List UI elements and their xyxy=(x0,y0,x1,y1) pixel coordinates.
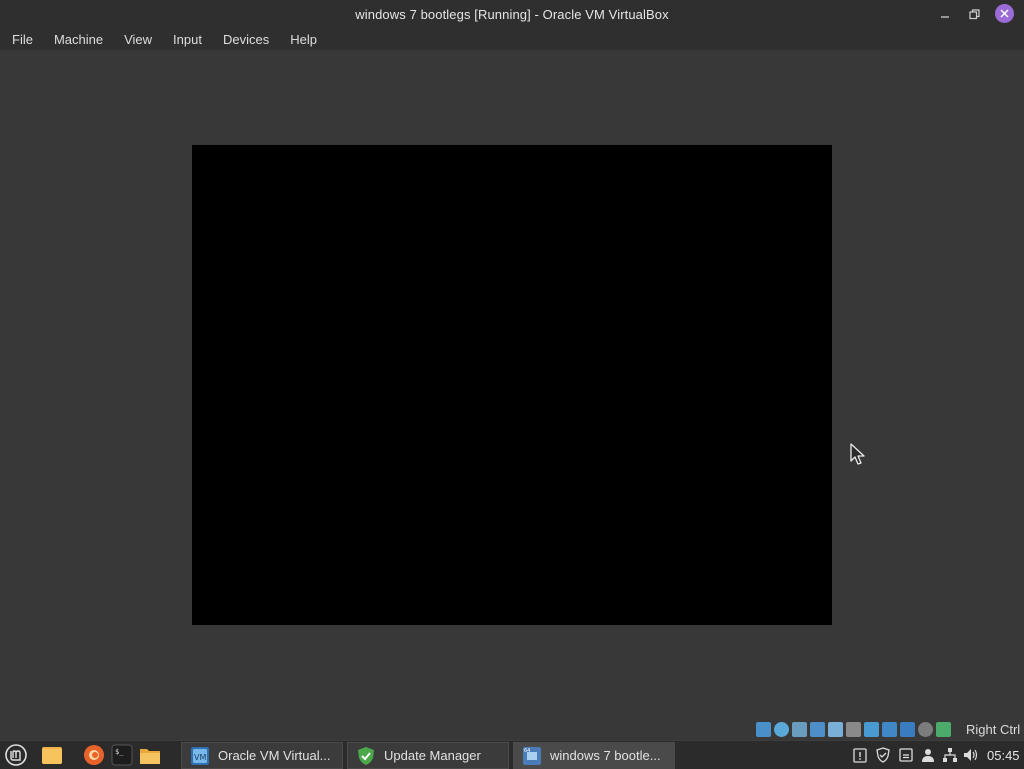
mouse-pointer-icon xyxy=(850,443,865,465)
menu-bar: File Machine View Input Devices Help xyxy=(0,28,1024,50)
audio-icon[interactable] xyxy=(792,722,807,737)
taskbar-window-virtualbox[interactable]: VM Oracle VM Virtual... xyxy=(181,742,343,769)
window-title: windows 7 bootlegs [Running] - Oracle VM… xyxy=(355,6,669,22)
maximize-button[interactable] xyxy=(964,5,984,23)
mouse-integration-icon[interactable] xyxy=(918,722,933,737)
menu-help[interactable]: Help xyxy=(290,32,326,47)
keyboard-icon[interactable] xyxy=(936,722,951,737)
menu-devices[interactable]: Devices xyxy=(223,32,278,47)
files-icon[interactable] xyxy=(41,744,63,766)
taskbar: $_ VM Oracle VM Virtual... Update Manage… xyxy=(0,740,1024,769)
minimize-icon xyxy=(941,16,949,18)
vm-display[interactable] xyxy=(192,145,832,625)
firefox-icon[interactable] xyxy=(83,744,105,766)
virtualbox-icon: VM xyxy=(191,746,209,765)
svg-text:$_: $_ xyxy=(115,748,124,756)
taskbar-window-label: windows 7 bootle... xyxy=(550,748,661,763)
shared-folders-icon[interactable] xyxy=(846,722,861,737)
close-icon xyxy=(1000,9,1009,18)
restore-icon xyxy=(968,8,980,19)
title-bar: windows 7 bootlegs [Running] - Oracle VM… xyxy=(0,0,1024,28)
volume-icon[interactable] xyxy=(963,747,979,763)
host-key-label: Right Ctrl xyxy=(966,722,1021,737)
menu-machine[interactable]: Machine xyxy=(54,32,112,47)
display-icon[interactable] xyxy=(864,722,879,737)
video-capture-icon[interactable] xyxy=(882,722,897,737)
taskbar-window-label: Oracle VM Virtual... xyxy=(218,748,331,763)
user-icon[interactable] xyxy=(920,747,936,763)
menu-view[interactable]: View xyxy=(124,32,161,47)
terminal-icon[interactable]: $_ xyxy=(111,744,133,766)
close-button[interactable] xyxy=(995,4,1014,23)
clipboard-icon[interactable] xyxy=(852,747,868,763)
hard-disk-icon[interactable] xyxy=(756,722,771,737)
usb-icon[interactable] xyxy=(828,722,843,737)
taskbar-window-update-manager[interactable]: Update Manager xyxy=(347,742,509,769)
clock[interactable]: 05:45 xyxy=(987,748,1020,763)
optical-drive-icon[interactable] xyxy=(774,722,789,737)
taskbar-window-vm[interactable]: 64 windows 7 bootle... xyxy=(513,742,675,769)
svg-text:64: 64 xyxy=(524,748,530,754)
vm-window-icon: 64 xyxy=(523,746,541,765)
virtualization-icon[interactable] xyxy=(900,722,915,737)
mint-menu-icon[interactable] xyxy=(5,744,27,766)
menu-file[interactable]: File xyxy=(12,32,42,47)
minimize-button[interactable] xyxy=(935,5,955,23)
taskbar-window-label: Update Manager xyxy=(384,748,481,763)
network-icon[interactable] xyxy=(942,747,958,763)
svg-text:VM: VM xyxy=(194,753,206,762)
battery-icon[interactable] xyxy=(898,747,914,763)
update-manager-icon xyxy=(358,746,374,765)
network-icon[interactable] xyxy=(810,722,825,737)
menu-input[interactable]: Input xyxy=(173,32,211,47)
shield-icon[interactable] xyxy=(875,747,891,763)
vm-status-bar: Right Ctrl xyxy=(0,719,1024,741)
folder-icon[interactable] xyxy=(139,744,161,766)
